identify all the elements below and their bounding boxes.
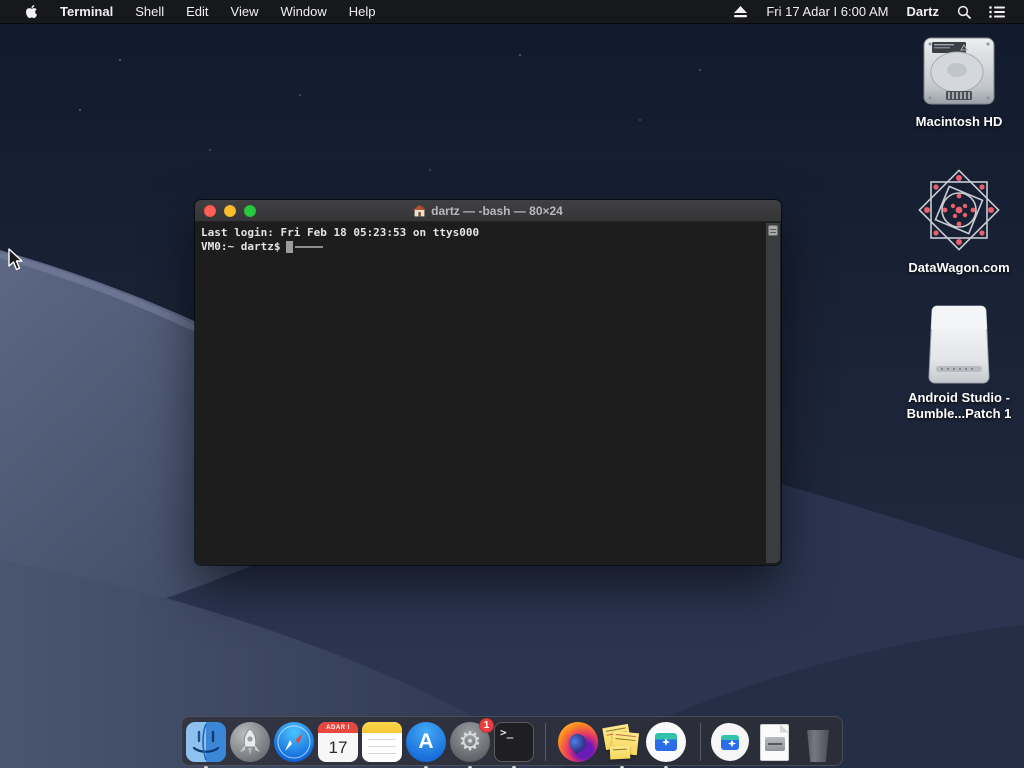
desktop-icon-datawagon[interactable]: DataWagon.com — [897, 166, 1021, 276]
eject-menu-extra[interactable] — [724, 0, 757, 24]
dock-android-studio[interactable] — [646, 722, 686, 768]
desktop-icon-label: DataWagon.com — [908, 260, 1010, 275]
safari-icon — [274, 722, 314, 762]
notes-icon — [362, 722, 402, 762]
menu-bar: Terminal Shell Edit View Window Help Fri… — [0, 0, 1024, 24]
launchpad-icon — [230, 722, 270, 762]
terminal-scrollbar[interactable] — [766, 223, 780, 563]
terminal-window: dartz — -bash — 80×24 Last login: Fri Fe… — [195, 200, 781, 565]
network-mandala-icon — [915, 166, 1003, 254]
dock-firefox[interactable] — [558, 722, 598, 762]
firefox-icon — [558, 722, 598, 762]
app-store-icon: A — [406, 722, 446, 762]
calendar-month: ADAR I — [318, 722, 358, 733]
notification-center-menu[interactable] — [980, 0, 1014, 24]
notification-badge: 1 — [479, 718, 494, 733]
cursor-artifact — [295, 246, 324, 248]
internal-hard-drive-icon — [920, 36, 998, 108]
terminal-prompt: VM0:~ dartz$ — [201, 240, 281, 253]
search-icon — [957, 5, 971, 19]
eject-icon — [733, 5, 748, 18]
dock-notes[interactable] — [362, 722, 402, 762]
terminal-content[interactable]: Last login: Fri Feb 18 05:23:53 on ttys0… — [195, 222, 781, 565]
terminal-icon: >_ — [494, 722, 534, 762]
dock-disk-image-file[interactable] — [754, 722, 794, 762]
apple-logo-icon — [25, 4, 38, 19]
calendar-day: 17 — [328, 737, 348, 757]
trash-icon — [798, 722, 838, 762]
dock-trash[interactable] — [798, 722, 838, 762]
stickies-icon — [602, 722, 642, 762]
dock-divider — [700, 723, 701, 761]
desktop-icon-android-studio-volume[interactable]: Android Studio - Bumble...Patch 1 — [897, 302, 1021, 422]
menu-shell[interactable]: Shell — [124, 0, 175, 24]
dock-launchpad[interactable] — [230, 722, 270, 762]
menu-help[interactable]: Help — [338, 0, 387, 24]
spotlight-menu[interactable] — [948, 0, 980, 24]
dock-system-preferences[interactable]: ⚙ 1 — [450, 718, 494, 768]
dock-divider — [545, 723, 546, 761]
desktop-icon-label: Macintosh HD — [915, 114, 1003, 129]
android-studio-icon — [646, 722, 686, 762]
finder-icon — [186, 722, 226, 762]
calendar-icon: ADAR I 17 — [318, 722, 358, 762]
apple-menu[interactable] — [14, 0, 49, 24]
android-studio-installer-icon — [711, 723, 749, 761]
menu-clock[interactable]: Fri 17 Adar I 6:00 AM — [757, 0, 897, 24]
mouse-cursor — [8, 248, 24, 272]
terminal-cursor — [286, 241, 294, 253]
dock: ADAR I 17 A ⚙ 1 >_ — [181, 716, 843, 768]
user-menu[interactable]: Dartz — [897, 0, 948, 24]
gear-icon: ⚙ — [458, 727, 482, 757]
terminal-line: Last login: Fri Feb 18 05:23:53 on ttys0… — [201, 226, 480, 239]
dock-safari[interactable] — [274, 722, 314, 762]
menu-app-name[interactable]: Terminal — [49, 0, 124, 24]
dock-app-store[interactable]: A — [406, 722, 446, 768]
window-title: dartz — -bash — 80×24 — [195, 200, 781, 222]
menu-window[interactable]: Window — [270, 0, 338, 24]
home-folder-icon — [413, 205, 427, 217]
notification-list-icon — [989, 5, 1005, 18]
desktop: Terminal Shell Edit View Window Help Fri… — [0, 0, 1024, 768]
disk-image-file-icon — [754, 722, 794, 762]
dock-calendar[interactable]: ADAR I 17 — [318, 722, 358, 762]
menu-view[interactable]: View — [220, 0, 270, 24]
terminal-titlebar[interactable]: dartz — -bash — 80×24 — [195, 200, 781, 222]
dock-finder[interactable] — [186, 722, 226, 768]
menu-edit[interactable]: Edit — [175, 0, 219, 24]
dock-terminal[interactable]: >_ — [494, 722, 534, 768]
terminal-prompt-line: VM0:~ dartz$ — [201, 240, 775, 254]
external-drive-icon — [924, 302, 994, 384]
dock-stickies[interactable] — [602, 722, 642, 768]
desktop-icon-macintosh-hd[interactable]: Macintosh HD — [897, 36, 1021, 130]
desktop-icon-label: Android Studio - Bumble...Patch 1 — [906, 390, 1012, 421]
scrollbar-thumb[interactable] — [768, 225, 778, 236]
dock-android-studio-installer[interactable] — [710, 722, 750, 762]
